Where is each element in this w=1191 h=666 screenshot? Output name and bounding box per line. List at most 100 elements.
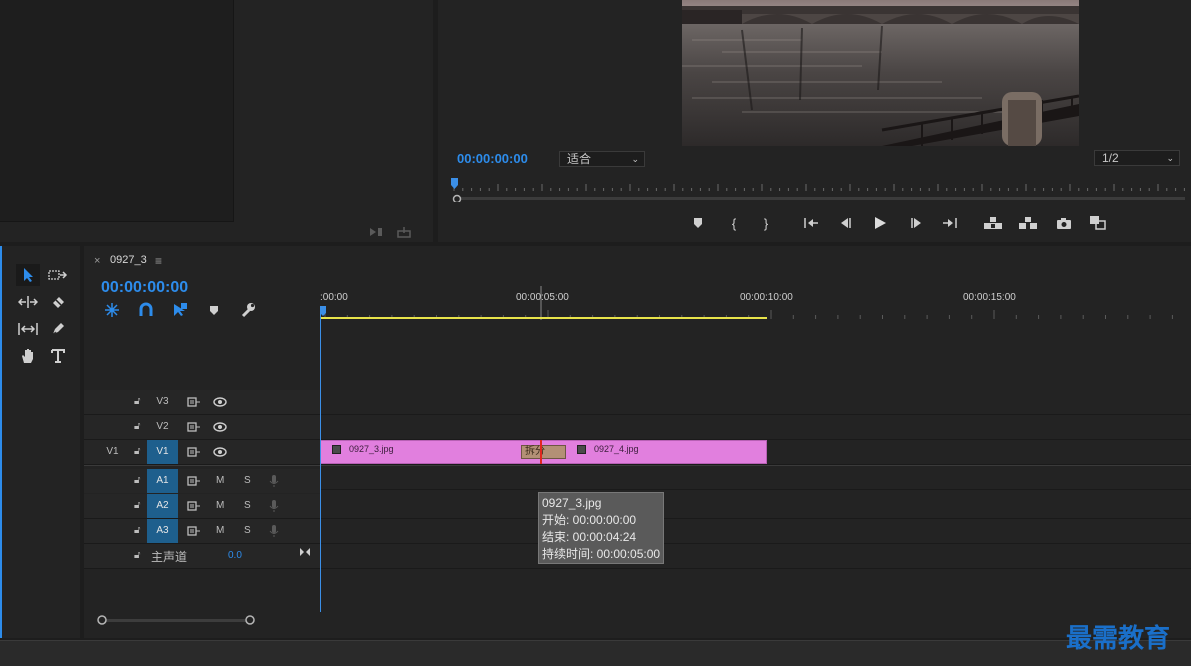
mute-button[interactable]: M: [216, 475, 224, 486]
program-time-ruler[interactable]: [449, 178, 1187, 192]
insert-icon[interactable]: [368, 226, 384, 238]
sequence-tab[interactable]: 0927_3: [110, 254, 147, 266]
microphone-icon[interactable]: [269, 474, 279, 488]
nest-toggle-button[interactable]: [102, 301, 122, 319]
sync-lock-icon[interactable]: [187, 422, 201, 432]
source-viewer: [0, 0, 234, 222]
linked-selection-button[interactable]: [170, 301, 190, 319]
compare-view-button[interactable]: [1087, 212, 1109, 234]
lock-icon[interactable]: 🔓︎: [134, 475, 140, 486]
track-select-tool[interactable]: [46, 264, 70, 286]
type-tool[interactable]: [46, 345, 70, 367]
lock-icon[interactable]: 🔓︎: [134, 396, 140, 407]
marker-icon: [694, 218, 702, 228]
track-name[interactable]: A3: [147, 519, 178, 543]
clip-tooltip: 0927_3.jpg 开始: 00:00:00:00 结束: 00:00:04:…: [538, 492, 664, 564]
tooltip-duration: 持续时间: 00:00:05:00: [542, 547, 661, 561]
export-frame-icon[interactable]: [396, 226, 412, 238]
lock-icon[interactable]: 🔓︎: [134, 421, 140, 432]
pen-tool[interactable]: [46, 318, 70, 340]
selection-arrow-icon: [24, 268, 33, 282]
go-to-edge-icon[interactable]: [299, 547, 311, 557]
resolution-dropdown[interactable]: 1/2 ⌄: [1094, 150, 1180, 166]
hand-tool[interactable]: [16, 345, 40, 367]
mute-button[interactable]: M: [216, 525, 224, 536]
ruler-label: :00:00: [320, 292, 348, 303]
sync-lock-icon[interactable]: [187, 447, 201, 457]
chevron-down-icon: ⌄: [1166, 153, 1174, 163]
playhead-line[interactable]: [320, 306, 321, 612]
clip-0927-4[interactable]: 0927_4.jpg: [541, 440, 767, 464]
export-frame-button[interactable]: [1053, 212, 1075, 234]
ripple-edit-tool[interactable]: [16, 291, 40, 313]
go-to-out-button[interactable]: [939, 212, 961, 234]
pen-icon: [52, 323, 64, 335]
panel-menu-icon[interactable]: ≡: [155, 254, 162, 268]
add-marker-button[interactable]: [204, 301, 224, 319]
timeline-horizontal-scrollbar[interactable]: [96, 614, 1191, 626]
snap-button[interactable]: [136, 301, 156, 319]
eye-icon[interactable]: [213, 397, 227, 407]
fit-dropdown[interactable]: 适合 ⌄: [559, 151, 645, 167]
play-icon: [875, 217, 886, 229]
ruler-label: 00:00:05:00: [516, 292, 569, 303]
microphone-icon[interactable]: [269, 499, 279, 513]
step-back-button[interactable]: [835, 212, 857, 234]
mute-button[interactable]: M: [216, 500, 224, 511]
marker-icon: [210, 306, 218, 315]
tooltip-title: 0927_3.jpg: [542, 496, 602, 510]
track-name[interactable]: A2: [147, 494, 178, 518]
extract-icon: [1019, 217, 1037, 229]
mark-out-button[interactable]: }: [755, 212, 777, 234]
selection-tool[interactable]: [16, 264, 40, 286]
track-name[interactable]: V1: [147, 440, 178, 464]
lock-icon[interactable]: 🔓︎: [134, 500, 140, 511]
transition-marker[interactable]: 拆分: [521, 445, 566, 459]
track-name[interactable]: V3: [147, 390, 178, 414]
step-forward-button[interactable]: [905, 212, 927, 234]
slip-tool[interactable]: [16, 318, 40, 340]
sync-lock-icon[interactable]: [187, 501, 201, 511]
solo-button[interactable]: S: [244, 475, 251, 486]
sync-lock-icon[interactable]: [187, 476, 201, 486]
track-name[interactable]: V2: [147, 415, 178, 439]
status-bar: [0, 640, 1191, 666]
close-tab-icon[interactable]: ×: [94, 255, 100, 267]
microphone-icon[interactable]: [269, 524, 279, 538]
track-name[interactable]: A1: [147, 469, 178, 493]
mark-in-button[interactable]: {: [723, 212, 745, 234]
lock-icon[interactable]: 🔓︎: [134, 525, 140, 536]
track-header-a3: 🔓︎ A3 M S: [84, 519, 320, 543]
solo-button[interactable]: S: [244, 525, 251, 536]
sync-lock-icon[interactable]: [187, 526, 201, 536]
program-timecode[interactable]: 00:00:00:00: [457, 151, 528, 166]
lift-button[interactable]: [982, 212, 1004, 234]
timeline-timecode[interactable]: 00:00:00:00: [101, 279, 188, 297]
lock-icon[interactable]: 🔓︎: [134, 550, 140, 561]
program-scrub-bar[interactable]: [449, 194, 1185, 202]
razor-tool[interactable]: [46, 291, 70, 313]
lift-icon: [984, 217, 1002, 229]
extract-button[interactable]: [1017, 212, 1039, 234]
timeline-settings-button[interactable]: [238, 301, 258, 319]
track-header-v2: 🔓︎ V2: [84, 415, 320, 439]
add-marker-button[interactable]: [687, 212, 709, 234]
eye-icon[interactable]: [213, 447, 227, 457]
go-to-in-button[interactable]: [800, 212, 822, 234]
sync-lock-icon[interactable]: [187, 397, 201, 407]
master-volume-value[interactable]: 0.0: [228, 550, 242, 561]
chevron-down-icon: ⌄: [631, 154, 639, 164]
resolution-dropdown-value: 1/2: [1102, 151, 1119, 165]
source-panel: [0, 0, 433, 242]
step-back-icon: [841, 218, 851, 228]
work-area-bar[interactable]: [320, 317, 767, 319]
lock-icon[interactable]: 🔓︎: [134, 446, 140, 457]
clip-label: 0927_3.jpg: [349, 444, 394, 454]
ripple-edit-icon: [18, 296, 38, 308]
clip-0927-3[interactable]: 0927_3.jpg: [320, 440, 541, 464]
solo-button[interactable]: S: [244, 500, 251, 511]
play-button[interactable]: [869, 212, 891, 234]
source-track-target[interactable]: V1: [97, 440, 128, 464]
eye-icon[interactable]: [213, 422, 227, 432]
slip-icon: [18, 323, 38, 335]
